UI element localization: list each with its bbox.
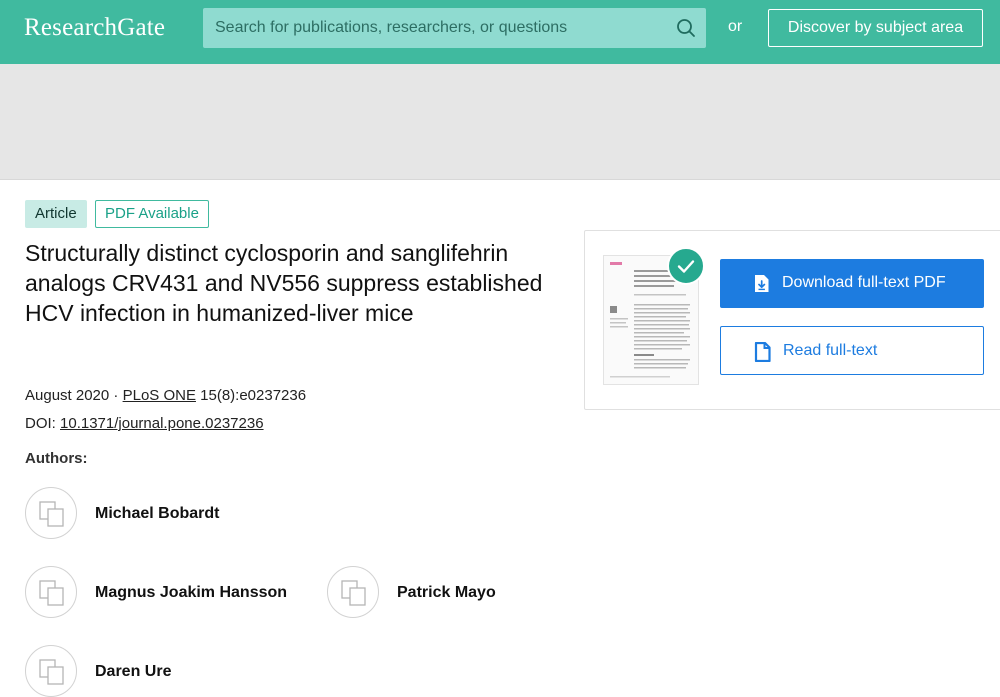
journal-issue: 15(8):e0237236 [195, 387, 307, 404]
publication-date: August 2020 [25, 387, 110, 404]
checkmark-icon [667, 247, 705, 285]
read-label: Read full-text [783, 342, 878, 359]
avatar-placeholder-icon [39, 501, 64, 527]
search-box[interactable] [203, 8, 706, 48]
read-full-text-button[interactable]: Read full-text [720, 326, 984, 375]
researchgate-logo[interactable]: ResearchGate [24, 14, 165, 42]
discover-by-subject-button[interactable]: Discover by subject area [768, 9, 983, 47]
author-name[interactable]: Patrick Mayo [397, 584, 496, 602]
search-icon[interactable] [676, 18, 696, 38]
full-text-card: Download full-text PDF Read full-text [584, 230, 1000, 410]
avatar-placeholder-icon [39, 659, 64, 685]
doi-link[interactable]: 10.1371/journal.pone.0237236 [60, 415, 264, 432]
avatar[interactable] [25, 487, 77, 539]
doi-label: DOI: [25, 415, 61, 432]
pdf-download-icon [753, 274, 770, 298]
avatar[interactable] [25, 566, 77, 618]
pdf-available-badge: PDF Available [95, 200, 209, 228]
meta-separator: · [109, 387, 123, 404]
ad-banner-placeholder [0, 64, 1000, 180]
download-full-text-pdf-button[interactable]: Download full-text PDF [720, 259, 984, 308]
document-icon [754, 341, 771, 367]
publication-title: Structurally distinct cyclosporin and sa… [25, 240, 543, 326]
download-label: Download full-text PDF [782, 274, 946, 291]
author-name[interactable]: Magnus Joakim Hansson [95, 584, 287, 602]
doi-line: DOI: 10.1371/journal.pone.0237236 [25, 415, 264, 432]
avatar-placeholder-icon [39, 580, 64, 606]
authors-heading: Authors: [25, 450, 88, 467]
author-name[interactable]: Daren Ure [95, 663, 171, 681]
author-name[interactable]: Michael Bobardt [95, 505, 219, 523]
or-separator: or [728, 18, 743, 35]
avatar[interactable] [25, 645, 77, 697]
publication-meta: August 2020 · PLoS ONE 15(8):e0237236 [25, 387, 306, 404]
search-input[interactable] [203, 8, 663, 48]
avatar[interactable] [327, 566, 379, 618]
journal-link[interactable]: PLoS ONE [123, 387, 196, 404]
article-type-badge: Article [25, 200, 87, 228]
avatar-placeholder-icon [341, 580, 366, 606]
top-navigation-bar: ResearchGate or Discover by subject area [0, 0, 1000, 64]
